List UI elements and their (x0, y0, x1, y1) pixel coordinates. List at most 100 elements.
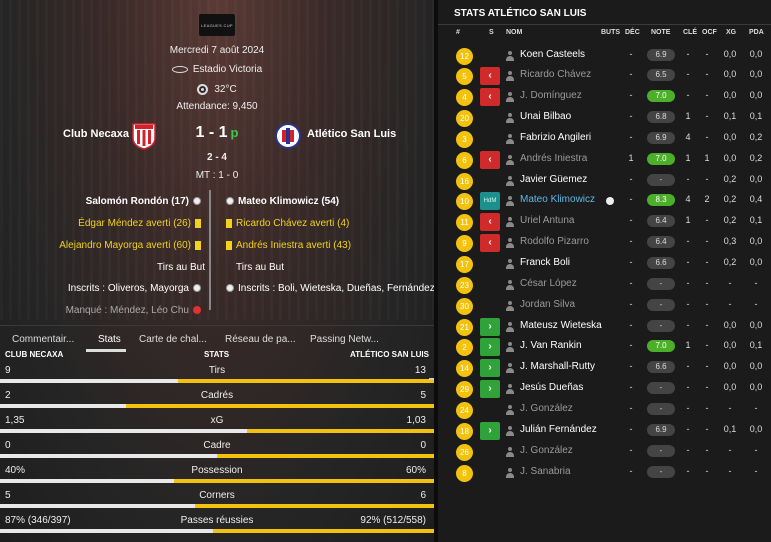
player-name[interactable]: J. Domínguez (520, 90, 582, 101)
shirt-number: 10 (456, 193, 473, 211)
player-row[interactable]: 17 Franck Boli - 6.6 - - 0,2 0,0 (438, 252, 771, 273)
subbed-off-icon: ‹ (480, 88, 500, 107)
col-xg[interactable]: XG (726, 29, 736, 36)
stat-away-value: 0 (420, 440, 426, 451)
key-passes-value: - (686, 48, 690, 59)
pda-value: 0,0 (749, 257, 763, 267)
tab-heatmap[interactable]: Carte de chal... (139, 334, 207, 345)
player-row[interactable]: 12 Koen Casteels -6.9- -0,0 0,0 (438, 44, 771, 65)
col-chances[interactable]: OCF (702, 29, 717, 36)
player-row[interactable]: 2 › J. Van Rankin - 7.0 1 - 0,0 0,1 (438, 335, 771, 357)
player-row[interactable]: 18 › Julián Fernández -6.9- -0,1 0,0 (438, 419, 771, 440)
san-luis-crest-icon[interactable] (275, 122, 301, 150)
player-row[interactable]: 23 César López - - - - - - (438, 273, 771, 294)
tab-commentary[interactable]: Commentair... (12, 334, 74, 345)
player-row[interactable]: 20 Unai Bilbao - 6.8 1 - 0,1 0,1 (438, 106, 771, 128)
player-name[interactable]: Jesús Dueñas (520, 382, 583, 393)
rating-pill: 8.3 (647, 194, 675, 207)
player-name[interactable]: J. González (520, 403, 573, 414)
shirt-number: 29 (456, 381, 473, 399)
player-row[interactable]: 3 Fabrizio Angileri - 6.9 4 - 0,0 0,2 (438, 127, 771, 148)
xg-value: 0,2 (723, 173, 737, 184)
shirt-number: 14 (456, 360, 473, 378)
rating-pill: - (647, 173, 675, 186)
player-name[interactable]: Mateo Klimowicz (520, 194, 595, 205)
player-row[interactable]: 24 J. González - - - - - - (438, 398, 771, 419)
assists-value: - (629, 48, 633, 59)
player-row[interactable]: 10 HdM Mateo Klimowicz - 8.3 4 2 0,2 0,4 (438, 189, 771, 211)
col-pda[interactable]: PDA (749, 29, 764, 36)
player-icon (506, 196, 514, 207)
match-report-panel: LEAGUES CUP Mercredi 7 août 2024 Estadio… (0, 0, 434, 542)
stat-home-bar (0, 529, 213, 533)
player-row[interactable]: 14 › J. Marshall-Rutty -6.6- -0,0 0,0 (438, 356, 771, 378)
player-row[interactable]: 30 Jordan Silva - - - - - - (438, 294, 771, 315)
player-name[interactable]: Julián Fernández (520, 424, 597, 435)
player-row[interactable]: 9 ‹ Rodolfo Pizarro -6.4- -0,3 0,0 (438, 231, 771, 253)
tab-passing-network[interactable]: Passing Netw... (310, 334, 379, 345)
pda-value: - (754, 277, 758, 288)
player-row[interactable]: 26 J. González - - - - - - (438, 440, 771, 461)
player-name[interactable]: César López (520, 278, 577, 289)
pda-value: 0,0 (749, 236, 763, 247)
xg-value: 0,0 (723, 131, 737, 142)
tab-bar: Commentair... Stats Carte de chal... Rés… (0, 325, 434, 352)
player-name[interactable]: Andrés Iniestra (520, 153, 587, 164)
missed-penalty-icon (193, 306, 201, 315)
chances-value: - (705, 465, 709, 476)
player-name[interactable]: J. Marshall-Rutty (520, 361, 595, 372)
player-name[interactable]: J. Van Rankin (520, 340, 582, 351)
shirt-number: 12 (456, 47, 473, 65)
player-name[interactable]: J. Sanabria (520, 466, 571, 477)
pda-value: 0,1 (749, 340, 763, 351)
col-sub[interactable]: S (489, 29, 494, 36)
player-row[interactable]: 16 Javier Güemez - - - -0,2 0,0 (438, 169, 771, 190)
key-passes-value: 1 (685, 111, 691, 122)
player-icon (506, 446, 514, 457)
active-tab-indicator (86, 349, 126, 352)
chances-value: 1 (704, 152, 710, 163)
away-booking-event: Ricardo Chávez averti (4) (222, 218, 349, 229)
pda-value: - (754, 402, 758, 413)
subbed-off-icon: ‹ (480, 67, 500, 86)
tab-stats[interactable]: Stats (98, 334, 121, 345)
player-name[interactable]: Uriel Antuna (520, 215, 574, 226)
chances-value: - (705, 423, 709, 434)
away-goal-event: Mateo Klimowicz (54) (222, 196, 339, 207)
player-name[interactable]: Ricardo Chávez (520, 69, 591, 80)
timeline-divider (209, 190, 211, 310)
chances-value: - (705, 173, 709, 184)
rating-pill: 6.4 (647, 236, 675, 249)
tab-pass-network[interactable]: Réseau de pa... (225, 334, 296, 345)
player-name[interactable]: Mateusz Wieteska (520, 320, 602, 331)
player-name[interactable]: Fabrizio Angileri (520, 132, 591, 143)
stat-row: 1,35 xG 1,03 (0, 415, 434, 440)
player-row[interactable]: 5 ‹ Ricardo Chávez -6.5- -0,0 0,0 (438, 64, 771, 86)
home-shootout-scored: Inscrits : Oliveros, Mayorga (68, 283, 205, 294)
player-row[interactable]: 4 ‹ J. Domínguez -7.0- -0,0 0,0 (438, 85, 771, 107)
assists-value: - (629, 236, 633, 247)
col-assists[interactable]: DÉC (625, 29, 640, 36)
away-team-name[interactable]: Atlético San Luis (307, 128, 396, 140)
stat-row: 0 Cadre 0 (0, 440, 434, 465)
player-name[interactable]: Koen Casteels (520, 49, 585, 60)
player-name[interactable]: Unai Bilbao (520, 111, 571, 122)
player-row[interactable]: 8 J. Sanabria - - - - - - (438, 461, 771, 482)
player-name[interactable]: Franck Boli (520, 257, 570, 268)
stat-away-bar (217, 454, 434, 458)
col-name[interactable]: NOM (506, 29, 522, 36)
player-row[interactable]: 6 ‹ Andrés Iniestra 1 7.0 1 1 0,0 0,2 (438, 148, 771, 169)
player-row[interactable]: 29 › Jesús Dueñas - - - -0,0 0,0 (438, 377, 771, 399)
player-name[interactable]: Javier Güemez (520, 174, 587, 185)
player-name[interactable]: Jordan Silva (520, 299, 575, 310)
col-goals[interactable]: BUTS (601, 29, 620, 36)
player-name[interactable]: Rodolfo Pizarro (520, 236, 589, 247)
player-name[interactable]: J. González (520, 445, 573, 456)
player-row[interactable]: 11 ‹ Uriel Antuna - 6.4 1 - 0,2 0,1 (438, 210, 771, 232)
pda-value: 0,0 (749, 423, 763, 434)
col-key-passes[interactable]: CLÉ (683, 29, 697, 36)
player-icon (506, 404, 514, 415)
player-row[interactable]: 21 › Mateusz Wieteska - - - -0,0 0,0 (438, 315, 771, 336)
col-rating[interactable]: NOTE (651, 29, 670, 36)
player-icon (506, 92, 514, 103)
